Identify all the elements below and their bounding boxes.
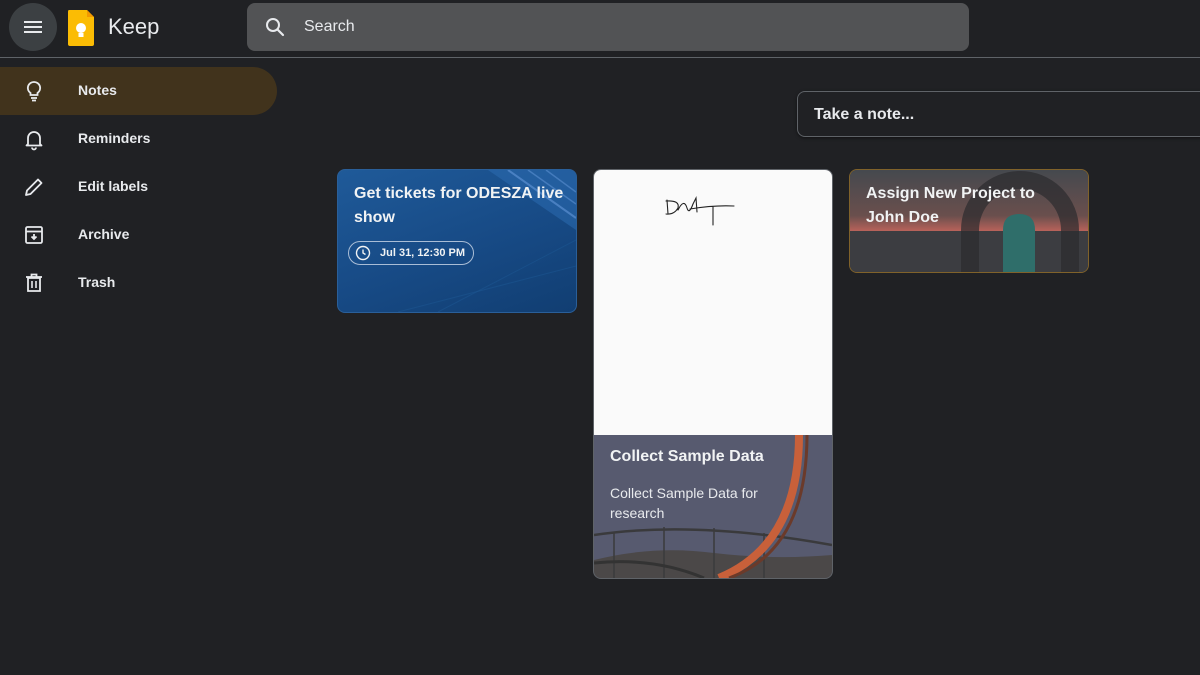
keep-logo-icon[interactable] — [66, 8, 96, 48]
sidebar-item-label: Edit labels — [78, 178, 149, 194]
top-bar: Keep Search — [0, 0, 1200, 58]
main-menu-button[interactable] — [9, 3, 57, 51]
sidebar-item-label: Archive — [78, 226, 130, 242]
reminder-chip[interactable]: Jul 31, 12:30 PM — [348, 241, 474, 265]
trash-icon — [26, 273, 42, 292]
note-drawing — [594, 170, 832, 435]
clock-icon — [355, 245, 371, 261]
reminder-text: Jul 31, 12:30 PM — [380, 247, 465, 259]
take-a-note-placeholder: Take a note... — [814, 106, 915, 123]
sidebar-item-trash[interactable]: Trash — [0, 259, 277, 307]
note-title: Collect Sample Data — [610, 448, 764, 465]
note-card[interactable]: Collect Sample Data Collect Sample Data … — [593, 169, 833, 579]
note-title: Get tickets for ODESZA live show — [354, 185, 564, 226]
sidebar-item-reminders[interactable]: Reminders — [0, 115, 277, 163]
sidebar-item-archive[interactable]: Archive — [0, 211, 277, 259]
sidebar-item-label: Notes — [78, 82, 117, 98]
sidebar-item-label: Trash — [78, 274, 116, 290]
note-body: Collect Sample Data for research — [610, 485, 758, 521]
signature-drawing — [665, 195, 735, 226]
note-card[interactable]: Get tickets for ODESZA live show Jul 31,… — [337, 169, 577, 313]
lightbulb-icon — [26, 81, 42, 102]
hamburger-icon — [24, 21, 42, 33]
sidebar-item-label: Reminders — [78, 130, 151, 146]
archive-icon — [25, 226, 43, 244]
search-icon[interactable] — [263, 15, 287, 39]
search-bar[interactable]: Search — [247, 3, 969, 51]
sidebar-item-notes[interactable]: Notes — [0, 67, 277, 115]
note-card[interactable]: Assign New Project to John Doe — [849, 169, 1089, 273]
app-title[interactable]: Keep — [108, 14, 159, 40]
search-input[interactable]: Search — [304, 18, 355, 36]
note-title: Assign New Project to John Doe — [866, 185, 1035, 226]
sidebar-item-edit-labels[interactable]: Edit labels — [0, 163, 277, 211]
pencil-icon — [25, 178, 43, 196]
take-a-note-input[interactable]: Take a note... — [797, 91, 1200, 137]
bell-icon — [25, 131, 43, 151]
